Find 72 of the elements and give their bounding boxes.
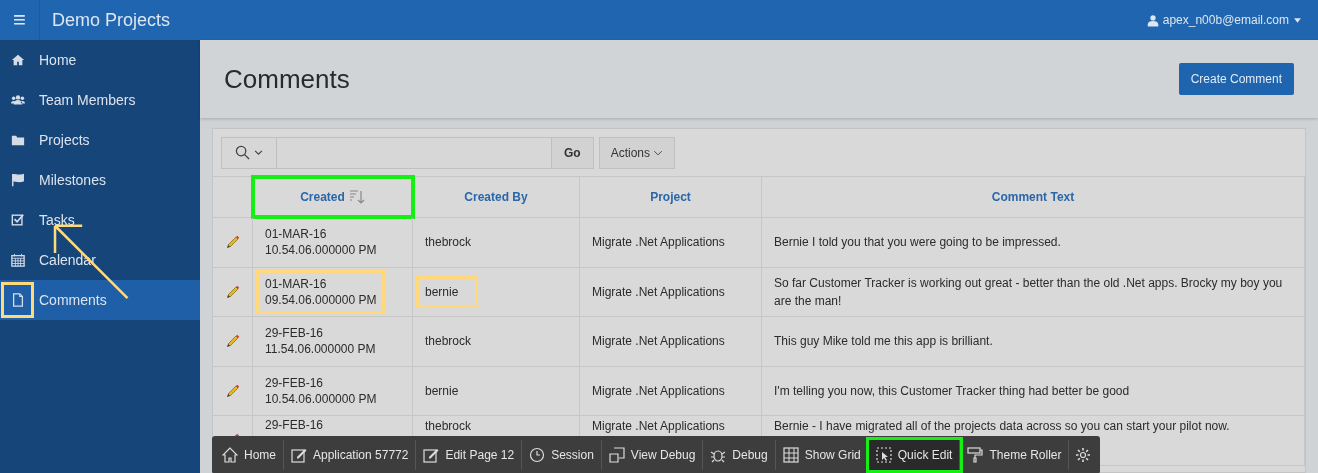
toolbar-button[interactable]: Edit Page 12 xyxy=(416,440,523,470)
bug-icon xyxy=(710,447,727,463)
date-cell: 29-FEB-16 10.54.06.000000 PM xyxy=(265,374,377,407)
comment-cell-text: Bernie I told you that you were going to be impressed. xyxy=(774,234,1061,252)
toolbar-button[interactable]: Debug xyxy=(703,440,776,470)
column-header[interactable]: Created xyxy=(253,177,413,217)
clock-icon xyxy=(529,447,546,463)
user-menu[interactable]: apex_n00b@email.com xyxy=(1146,11,1302,29)
user-cell-text: bernie xyxy=(425,382,459,400)
go-button[interactable]: Go xyxy=(552,136,594,169)
user-icon xyxy=(1146,13,1159,27)
grid-icon xyxy=(782,447,799,463)
column-header[interactable]: Project xyxy=(580,177,762,217)
calendar-icon xyxy=(11,253,25,267)
selection-cursor-icon xyxy=(875,447,892,463)
checkbox-icon xyxy=(11,213,25,227)
toolbar-button[interactable]: Quick Edit xyxy=(868,440,961,470)
date-cell: 29-FEB-16 xyxy=(265,417,324,433)
comment-cell-text: This guy Mike told me this app is brilliant. xyxy=(774,333,993,351)
folder-icon xyxy=(11,133,25,147)
app-title: Demo Projects xyxy=(52,8,171,32)
user-cell: bernie xyxy=(425,284,459,299)
actions-button[interactable]: Actions xyxy=(598,136,676,169)
sort-descending-icon xyxy=(348,189,365,205)
house-icon xyxy=(222,447,238,463)
external-window-icon xyxy=(608,447,625,463)
sidebar-item[interactable]: Team Members xyxy=(0,80,200,120)
flag-icon xyxy=(11,173,25,187)
project-cell-text: Migrate .Net Applications xyxy=(592,283,725,301)
date-cell: 01-MAR-16 09.54.06.000000 PM xyxy=(265,275,377,308)
toolbar-button[interactable]: Application 57772 xyxy=(284,440,417,470)
toolbar-button[interactable]: Theme Roller xyxy=(960,440,1070,470)
highlight-frame xyxy=(1,282,34,318)
sidebar-item[interactable]: Projects xyxy=(0,120,200,160)
paint-roller-icon xyxy=(967,447,984,463)
create-comment-button[interactable]: Create Comment xyxy=(1178,63,1294,95)
user-cell-text: thebrock xyxy=(425,333,472,351)
search-icon xyxy=(235,145,250,160)
column-header[interactable]: Comment Text xyxy=(762,177,1305,217)
pencil-icon xyxy=(224,333,241,350)
search-field[interactable] xyxy=(221,136,552,169)
date-cell: 29-FEB-16 11.54.06.000000 PM xyxy=(265,325,376,358)
pencil-icon xyxy=(224,234,241,251)
document-icon xyxy=(11,293,25,307)
sidebar-item[interactable]: Tasks xyxy=(0,200,200,240)
edit-icon xyxy=(291,447,307,463)
project-cell-text: Migrate .Net Applications xyxy=(592,333,725,351)
home-icon xyxy=(11,53,25,67)
toolbar-button[interactable]: View Debug xyxy=(601,440,704,470)
pencil-icon xyxy=(224,382,241,399)
project-cell-text: Migrate .Net Applications xyxy=(592,382,725,400)
sidebar-item[interactable]: Milestones xyxy=(0,160,200,200)
pencil-icon xyxy=(224,283,241,300)
user-cell-text: thebrock xyxy=(425,418,472,435)
settings-icon xyxy=(1075,447,1092,463)
comment-cell-text: So far Customer Tracker is working out great - better than the old .Net apps. Brocky my boy you are the man! xyxy=(774,274,1284,310)
date-cell: 01-MAR-16 10.54.06.000000 PM xyxy=(265,226,377,259)
user-cell-text: thebrock xyxy=(425,234,472,252)
page-title: Comments xyxy=(224,62,350,96)
toolbar-button[interactable]: Session xyxy=(522,440,602,470)
sidebar-item[interactable]: Home xyxy=(0,40,200,80)
comment-cell-text: Bernie - I have migrated all of the projects data across so you can start your pilot now. xyxy=(774,418,1230,435)
people-icon xyxy=(11,93,25,107)
comment-cell-text: I'm telling you now, this Customer Tracker thing had better be good xyxy=(774,382,1130,400)
column-header[interactable]: Created By xyxy=(413,177,580,217)
sidebar-item[interactable]: Comments xyxy=(0,280,200,320)
toolbar-button[interactable]: Home xyxy=(215,440,284,470)
project-cell-text: Migrate .Net Applications xyxy=(592,418,725,435)
caret-icon xyxy=(1293,15,1302,25)
project-cell-text: Migrate .Net Applications xyxy=(592,234,725,252)
edit-icon xyxy=(423,447,440,463)
chevron-down-icon xyxy=(254,148,263,157)
